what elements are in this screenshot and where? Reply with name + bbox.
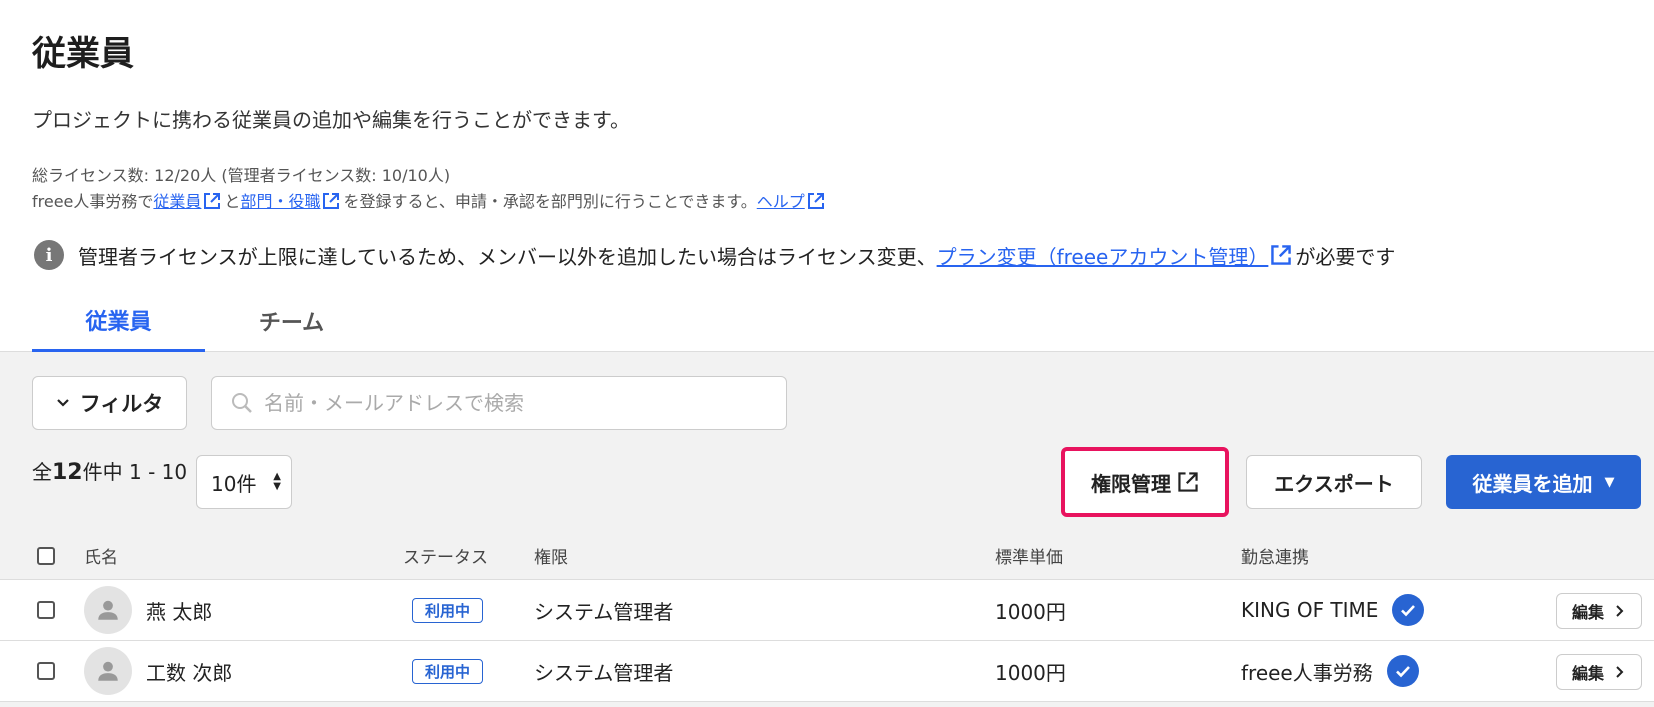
- info-icon: i: [34, 240, 64, 270]
- edit-label: 編集: [1571, 664, 1604, 683]
- search-icon: [232, 393, 252, 413]
- permission-management-button[interactable]: 権限管理: [1069, 455, 1221, 509]
- freee-note-suffix: を登録すると、申請・承認を部門別に行うことできます。: [343, 192, 757, 211]
- row-checkbox[interactable]: [37, 601, 55, 619]
- avatar: [84, 586, 132, 634]
- external-link-icon: [1271, 245, 1292, 265]
- table-header: 氏名 ステータス 権限 標準単価 勤怠連携: [0, 532, 1654, 580]
- role-value: システム管理者: [534, 660, 674, 685]
- filter-label: フィルタ: [79, 392, 164, 416]
- external-link-icon: [1178, 472, 1198, 492]
- export-button[interactable]: エクスポート: [1246, 455, 1422, 509]
- edit-button[interactable]: 編集: [1556, 593, 1642, 629]
- external-link-icon: [204, 193, 221, 209]
- attendance-value: freee人事労務: [1241, 660, 1373, 685]
- attendance-value: KING OF TIME: [1241, 598, 1379, 622]
- role-value: システム管理者: [534, 599, 674, 624]
- freee-note-prefix: freee人事労務で: [32, 192, 154, 211]
- info-suffix: が必要です: [1295, 244, 1396, 269]
- count-prefix: 全: [32, 460, 52, 484]
- header-name: 氏名: [84, 548, 118, 568]
- plan-change-link[interactable]: プラン変更（freeeアカウント管理）: [937, 241, 1269, 270]
- header-rate: 標準単価: [995, 548, 1063, 568]
- count-total: 12: [52, 460, 83, 485]
- page-description: プロジェクトに携わる従業員の追加や編集を行うことができます。: [32, 108, 630, 132]
- license-count: 総ライセンス数: 12/20人 (管理者ライセンス数: 10/10人): [32, 166, 451, 185]
- status-badge: 利用中: [412, 658, 484, 684]
- per-page-value: 10件: [211, 471, 257, 496]
- chevron-right-icon: [1616, 605, 1624, 617]
- rate-value: 1000円: [995, 660, 1066, 685]
- departments-link[interactable]: 部門・役職: [240, 192, 320, 211]
- tab-teams[interactable]: チーム: [205, 290, 378, 352]
- external-link-icon: [323, 193, 340, 209]
- filter-button[interactable]: フィルタ: [32, 376, 187, 430]
- rate-value: 1000円: [995, 599, 1066, 624]
- avatar: [84, 647, 132, 695]
- check-circle-icon: [1392, 594, 1425, 626]
- table-row: 燕 太郎 利用中 システム管理者 1000円 KING OF TIME 編集: [0, 580, 1654, 641]
- license-info-banner: i 管理者ライセンスが上限に達しているため、メンバー以外を追加したい場合はライセ…: [34, 240, 1395, 270]
- row-checkbox[interactable]: [37, 662, 55, 680]
- header-role: 権限: [534, 548, 568, 568]
- status-badge: 利用中: [412, 597, 484, 623]
- edit-label: 編集: [1571, 603, 1604, 622]
- employee-name: 工数 次郎: [146, 660, 233, 685]
- employee-table: 氏名 ステータス 権限 標準単価 勤怠連携 燕 太郎 利用中 システム管理者 1…: [0, 532, 1654, 702]
- edit-button[interactable]: 編集: [1556, 654, 1642, 690]
- chevron-down-icon: [56, 399, 69, 407]
- permission-label: 権限管理: [1091, 471, 1171, 496]
- employee-name: 燕 太郎: [146, 599, 213, 624]
- count-suffix: 件中 1 - 10: [82, 460, 188, 484]
- tab-bar: 従業員 チーム: [0, 290, 1654, 352]
- page-title: 従業員: [32, 34, 134, 74]
- result-count: 全12件中 1 - 10: [32, 456, 187, 485]
- help-link[interactable]: ヘルプ: [757, 192, 805, 211]
- header-attendance: 勤怠連携: [1241, 548, 1309, 568]
- table-row: 工数 次郎 利用中 システム管理者 1000円 freee人事労務 編集: [0, 641, 1654, 702]
- person-icon: [98, 600, 118, 620]
- search-input[interactable]: [264, 391, 764, 415]
- per-page-select[interactable]: 10件 ▲ ▼: [196, 455, 292, 509]
- chevron-right-icon: [1616, 666, 1624, 678]
- select-all-checkbox[interactable]: [37, 546, 55, 565]
- check-circle-icon: [1386, 655, 1419, 687]
- info-text: 管理者ライセンスが上限に達しているため、メンバー以外を追加したい場合はライセンス…: [78, 244, 937, 269]
- employees-link[interactable]: 従業員: [153, 192, 201, 211]
- list-panel: フィルタ 全12件中 1 - 10 10件 ▲▼ 権限管理 エクスポート 従業員…: [0, 352, 1654, 707]
- add-employee-button[interactable]: 従業員を追加 ▼: [1446, 455, 1641, 509]
- tab-employees[interactable]: 従業員: [32, 290, 205, 352]
- person-icon: [98, 661, 118, 681]
- freee-registration-note: freee人事労務で従業員 と部門・役職 を登録すると、申請・承認を部門別に行うこと…: [32, 188, 828, 212]
- external-link-icon: [807, 193, 824, 209]
- search-box[interactable]: [211, 376, 787, 430]
- caret-down-icon: ▼: [1604, 474, 1615, 490]
- header-status: ステータス: [403, 548, 488, 568]
- add-employee-label: 従業員を追加: [1472, 471, 1593, 496]
- freee-note-mid: と: [224, 192, 241, 211]
- select-arrows-icon: ▲ ▼: [273, 471, 281, 492]
